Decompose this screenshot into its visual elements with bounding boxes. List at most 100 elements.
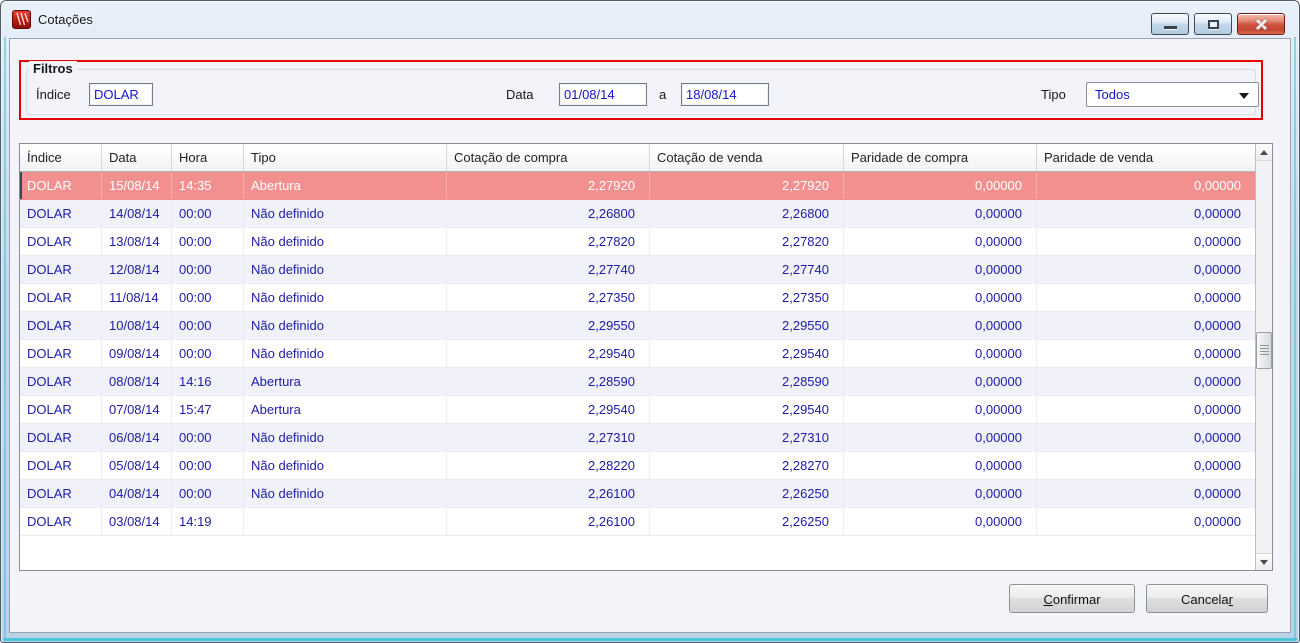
table-cell: 15:47 <box>172 396 244 423</box>
tipo-selected-value: Todos <box>1095 87 1130 102</box>
table-cell: 00:00 <box>172 340 244 367</box>
table-cell: 14/08/14 <box>102 200 172 227</box>
table-cell: Abertura <box>244 172 447 199</box>
table-cell: 2,27820 <box>650 228 844 255</box>
table-cell: 0,00000 <box>844 480 1037 507</box>
table-cell: 03/08/14 <box>102 508 172 535</box>
table-cell: DOLAR <box>20 284 102 311</box>
maximize-icon <box>1207 19 1219 29</box>
table-cell: 0,00000 <box>1194 430 1241 445</box>
column-header: Paridade de compra <box>844 144 1037 171</box>
table-cell: 2,28590 <box>650 368 844 395</box>
table-cell: 00:00 <box>172 452 244 479</box>
table-cell: 2,26250 <box>650 508 844 535</box>
app-window: Cotações Filtros Índice DOLAR Data 01/08… <box>0 0 1300 643</box>
data-label: Data <box>506 87 534 102</box>
table-cell: Abertura <box>244 396 447 423</box>
table-row[interactable]: DOLAR 04/08/14 00:00 Não definido 2,26100 2,2… <box>20 480 1255 508</box>
table-cell: 14:19 <box>172 508 244 535</box>
table-row[interactable]: DOLAR 13/08/14 00:00 Não definido 2,27820 2,2… <box>20 228 1255 256</box>
maximize-button[interactable] <box>1194 13 1232 35</box>
table-cell: 0,00000 <box>844 396 1037 423</box>
table-cell: 2,27310 <box>447 424 650 451</box>
window-title: Cotações <box>38 12 93 27</box>
table-cell: 2,29550 <box>650 312 844 339</box>
column-header: Tipo <box>244 144 447 171</box>
table-cell: 0,00000 <box>844 368 1037 395</box>
close-button[interactable] <box>1237 13 1285 35</box>
table-cell: Não definido <box>244 284 447 311</box>
table-row[interactable]: DOLAR 12/08/14 00:00 Não definido 2,27740 2,2… <box>20 256 1255 284</box>
table-cell: DOLAR <box>20 480 102 507</box>
table-cell: 0,00000 <box>1194 206 1241 221</box>
table-cell: Não definido <box>244 480 447 507</box>
table-cell: 14:35 <box>172 172 244 199</box>
table-cell: 00:00 <box>172 284 244 311</box>
table-cell: 2,26250 <box>650 480 844 507</box>
table-cell: Não definido <box>244 340 447 367</box>
table-cell: 15/08/14 <box>102 172 172 199</box>
date-to-input[interactable]: 18/08/14 <box>681 83 769 106</box>
filters-group: Filtros Índice DOLAR Data 01/08/14 a 18/… <box>19 60 1263 120</box>
arrow-up-icon <box>1260 149 1268 155</box>
minimize-button[interactable] <box>1151 13 1189 35</box>
table-row[interactable]: DOLAR 09/08/14 00:00 Não definido 2,29540 2,2… <box>20 340 1255 368</box>
table-cell: 07/08/14 <box>102 396 172 423</box>
table-row[interactable]: DOLAR 10/08/14 00:00 Não definido 2,29550 2,2… <box>20 312 1255 340</box>
table-cell: 2,29540 <box>447 396 650 423</box>
scroll-up-button[interactable] <box>1256 144 1272 161</box>
table-cell: 2,28270 <box>650 452 844 479</box>
table-cell: 2,28590 <box>447 368 650 395</box>
indice-input[interactable]: DOLAR <box>89 83 153 106</box>
table-cell: Não definido <box>244 200 447 227</box>
table-cell: 0,00000 <box>1194 262 1241 277</box>
table-cell: 2,29540 <box>447 340 650 367</box>
table-row[interactable]: DOLAR 07/08/14 15:47 Abertura 2,29540 2,29540… <box>20 396 1255 424</box>
table-cell: 00:00 <box>172 200 244 227</box>
table-cell: Não definido <box>244 452 447 479</box>
table-cell: 12/08/14 <box>102 256 172 283</box>
table-cell: Não definido <box>244 228 447 255</box>
column-header: Hora <box>172 144 244 171</box>
table-cell: 0,00000 <box>1194 290 1241 305</box>
table-row[interactable]: DOLAR 08/08/14 14:16 Abertura 2,28590 2,28590… <box>20 368 1255 396</box>
table-cell: DOLAR <box>20 424 102 451</box>
tipo-select[interactable]: Todos <box>1086 82 1259 107</box>
date-from-input[interactable]: 01/08/14 <box>559 83 647 106</box>
table-row[interactable]: DOLAR 05/08/14 00:00 Não definido 2,28220 2,2… <box>20 452 1255 480</box>
dialog-body: Filtros Índice DOLAR Data 01/08/14 a 18/… <box>9 38 1291 633</box>
column-header: Índice <box>20 144 102 171</box>
cancel-button[interactable]: Cancelar <box>1146 584 1268 613</box>
vertical-scrollbar[interactable] <box>1255 144 1272 570</box>
scrollbar-thumb[interactable] <box>1256 332 1272 369</box>
table-cell: 2,28220 <box>447 452 650 479</box>
table-cell <box>244 508 447 535</box>
table-cell: 0,00000 <box>844 340 1037 367</box>
table-cell: 0,00000 <box>844 200 1037 227</box>
table-cell: Não definido <box>244 424 447 451</box>
confirm-button[interactable]: Confirmar <box>1009 584 1135 613</box>
table-cell: 2,27310 <box>650 424 844 451</box>
caption-buttons <box>1151 13 1285 35</box>
table-cell: 0,00000 <box>1194 318 1241 333</box>
column-header: Paridade de venda <box>1044 150 1154 165</box>
title-bar[interactable]: Cotações <box>1 1 1299 38</box>
table-cell: 0,00000 <box>844 508 1037 535</box>
table-cell: 0,00000 <box>1194 514 1241 529</box>
table-cell: DOLAR <box>20 312 102 339</box>
table-row[interactable]: DOLAR 14/08/14 00:00 Não definido 2,26800 2,2… <box>20 200 1255 228</box>
quotes-grid: Índice Data Hora Tipo Cotação de compra Cotaç… <box>19 143 1273 571</box>
minimize-icon <box>1163 26 1177 29</box>
table-row[interactable]: DOLAR 11/08/14 00:00 Não definido 2,27350 2,2… <box>20 284 1255 312</box>
table-row[interactable]: DOLAR 06/08/14 00:00 Não definido 2,27310 2,2… <box>20 424 1255 452</box>
table-cell: 0,00000 <box>844 228 1037 255</box>
table-cell: 08/08/14 <box>102 368 172 395</box>
scroll-down-button[interactable] <box>1256 553 1272 570</box>
table-row[interactable]: DOLAR 03/08/14 14:19 2,26100 2,26250 0,00000 0… <box>20 508 1255 536</box>
indice-label: Índice <box>36 87 71 102</box>
table-cell: DOLAR <box>20 256 102 283</box>
table-cell: 0,00000 <box>1194 402 1241 417</box>
table-cell: DOLAR <box>20 340 102 367</box>
table-cell: 0,00000 <box>1194 458 1241 473</box>
table-row-selected[interactable]: DOLAR 15/08/14 14:35 Abertura 2,27920 2,27920… <box>20 172 1255 200</box>
